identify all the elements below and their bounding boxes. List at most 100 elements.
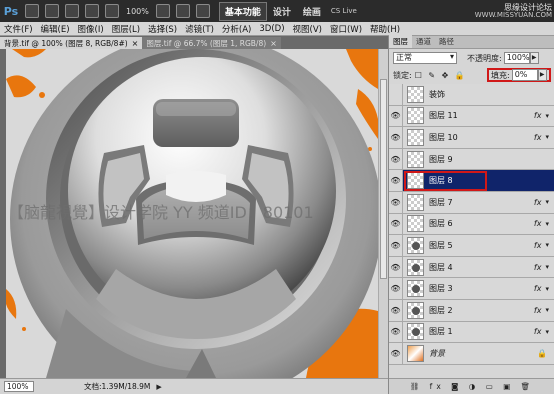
zoom-tool-icon[interactable] [105, 4, 119, 18]
eye-icon[interactable]: 👁 [389, 278, 403, 299]
rotate-view-icon[interactable] [155, 4, 170, 18]
layer-row-6[interactable]: 👁 图层 6 fx ▾ [389, 213, 554, 236]
thumbnail-shape [412, 285, 420, 294]
fill-label: 填充: [491, 70, 510, 80]
photoshop-logo: Ps [3, 4, 19, 18]
eye-icon[interactable]: 👁 [389, 299, 403, 321]
eye-icon[interactable]: 👁 [389, 148, 403, 170]
expand-arrow-icon[interactable]: ▾ [545, 198, 549, 206]
menu-analysis[interactable]: 分析(A) [218, 23, 255, 35]
layer-name: 图层 4 [429, 262, 453, 272]
hand-tool-icon[interactable] [85, 4, 99, 18]
fx-icon[interactable]: fx [534, 263, 542, 272]
menu-select[interactable]: 选择(S) [144, 23, 181, 35]
fx-icon[interactable]: fx [534, 111, 542, 120]
opacity-field[interactable]: 100% [503, 52, 530, 64]
layer-row-3[interactable]: 👁 图层 3 fx ▾ [389, 278, 554, 300]
layer-row-2[interactable]: 👁 图层 2 fx ▾ [389, 299, 554, 322]
fill-field[interactable]: 0% [511, 69, 538, 81]
tab-paths[interactable]: 路径 [435, 35, 458, 48]
bridge-icon[interactable] [25, 4, 39, 18]
eye-icon[interactable]: 👁 [389, 343, 403, 364]
expand-arrow-icon[interactable]: ▾ [545, 328, 549, 336]
layer-row-1[interactable]: 👁 图层 1 fx ▾ [389, 321, 554, 344]
eye-icon[interactable]: 👁 [389, 127, 403, 148]
vertical-scrollbar[interactable] [378, 49, 388, 378]
workspace-essentials-button[interactable]: 基本功能 [218, 1, 267, 21]
close-icon[interactable]: × [270, 39, 277, 48]
blend-mode-select[interactable]: 正常 [393, 52, 457, 64]
eye-icon[interactable]: 👁 [389, 105, 403, 127]
menu-view[interactable]: 视图(V) [289, 23, 326, 35]
fx-icon[interactable]: fx [534, 284, 542, 293]
expand-arrow-icon[interactable]: ▾ [545, 306, 549, 314]
layer-row-9[interactable]: 👁 图层 9 [389, 148, 554, 171]
expand-arrow-icon[interactable]: ▾ [545, 241, 549, 249]
tab-label: 背景.tif @ 100% (图层 8, RGB/8#) [4, 38, 128, 48]
screen-mode-icon[interactable] [195, 4, 210, 18]
menu-file[interactable]: 文件(F) [0, 23, 37, 35]
tab-document-layers[interactable]: 图层.tif @ 66.7% (图层 1, RGB/8) × [142, 37, 281, 49]
fx-icon[interactable]: fx [534, 198, 542, 207]
layer-row-background[interactable]: 👁 背景 🔒 [389, 343, 554, 365]
tab-channels[interactable]: 通道 [412, 35, 435, 48]
eye-icon[interactable]: 👁 [389, 213, 403, 235]
layer-row-10[interactable]: 👁 图层 10 fx ▾ [389, 127, 554, 149]
layer-name: 背景 [429, 348, 445, 358]
layer-row-decoration[interactable]: ● 装饰 [389, 84, 554, 106]
cs-live-button[interactable]: CS Live [331, 7, 357, 15]
layer-thumbnail [407, 344, 424, 362]
expand-arrow-icon[interactable]: ▾ [545, 263, 549, 271]
eye-icon[interactable]: 👁 [389, 191, 403, 213]
expand-arrow-icon[interactable]: ▾ [545, 220, 549, 228]
layer-name: 图层 10 [429, 132, 458, 142]
fx-icon[interactable]: fx [534, 327, 542, 336]
mini-bridge-icon[interactable] [45, 4, 59, 18]
eye-icon[interactable]: 👁 [389, 256, 403, 278]
eye-icon[interactable]: 👁 [389, 321, 403, 343]
close-icon[interactable]: × [132, 39, 139, 48]
layers-panel: 图层 通道 路径 正常 不透明度: 100% ▶ 锁定: ☐ ✎ ✥ 🔒 填充:… [388, 35, 554, 394]
lock-icons[interactable]: ☐ ✎ ✥ 🔒 [415, 71, 467, 80]
zoom-level[interactable]: 100% [126, 7, 149, 16]
layer-row-8[interactable]: 👁 图层 8 [389, 170, 554, 192]
menu-layer[interactable]: 图层(L) [108, 23, 144, 35]
fx-icon[interactable]: fx [534, 133, 542, 142]
eye-icon[interactable]: 👁 [389, 235, 403, 256]
workspace-design-button[interactable]: 设计 [273, 5, 291, 18]
tab-layers[interactable]: 图层 [389, 35, 412, 48]
expand-arrow-icon[interactable]: ▾ [545, 112, 549, 120]
layer-row-4[interactable]: 👁 图层 4 fx ▾ [389, 256, 554, 279]
status-menu-arrow-icon[interactable]: ▶ [156, 383, 161, 391]
tab-document-background[interactable]: 背景.tif @ 100% (图层 8, RGB/8#) × [0, 37, 143, 49]
expand-arrow-icon[interactable]: ▾ [545, 285, 549, 293]
arrange-documents-icon[interactable] [175, 4, 190, 18]
eye-icon[interactable]: 👁 [389, 170, 403, 191]
panel-tabs: 图层 通道 路径 [389, 35, 554, 49]
scroll-thumb[interactable] [380, 79, 387, 279]
document-canvas[interactable]: 【脑龍視覺】设计学院 YY 频道ID：80101 [6, 49, 378, 378]
panel-bottom-toolbar[interactable]: ⛓ fx ◙ ◑ ▭ ▣ 🗑 [389, 378, 554, 394]
layer-row-11[interactable]: 👁 图层 11 fx ▾ [389, 105, 554, 128]
visibility-toggle[interactable]: ● [389, 84, 403, 105]
layer-thumbnail [407, 301, 424, 319]
fx-icon[interactable]: fx [534, 241, 542, 250]
layer-row-7[interactable]: 👁 图层 7 fx ▾ [389, 191, 554, 214]
layer-row-5[interactable]: 👁 图层 5 fx ▾ [389, 235, 554, 257]
status-zoom-field[interactable]: 100% [4, 381, 34, 392]
menu-image[interactable]: 图像(I) [74, 23, 108, 35]
fill-highlight: 填充: 0% ▶ [487, 68, 551, 82]
extras-icon[interactable] [65, 4, 79, 18]
menu-help[interactable]: 帮助(H) [366, 23, 404, 35]
fill-arrow-icon[interactable]: ▶ [537, 69, 547, 81]
workspace-painting-button[interactable]: 绘画 [303, 5, 321, 18]
fx-icon[interactable]: fx [534, 306, 542, 315]
expand-arrow-icon[interactable]: ▾ [545, 133, 549, 141]
menu-window[interactable]: 窗口(W) [326, 23, 366, 35]
menu-filter[interactable]: 滤镜(T) [181, 23, 218, 35]
opacity-arrow-icon[interactable]: ▶ [529, 52, 539, 64]
layer-name: 装饰 [429, 89, 445, 99]
menu-edit[interactable]: 编辑(E) [37, 23, 74, 35]
fx-icon[interactable]: fx [534, 219, 542, 228]
menu-3d[interactable]: 3D(D) [255, 24, 288, 34]
